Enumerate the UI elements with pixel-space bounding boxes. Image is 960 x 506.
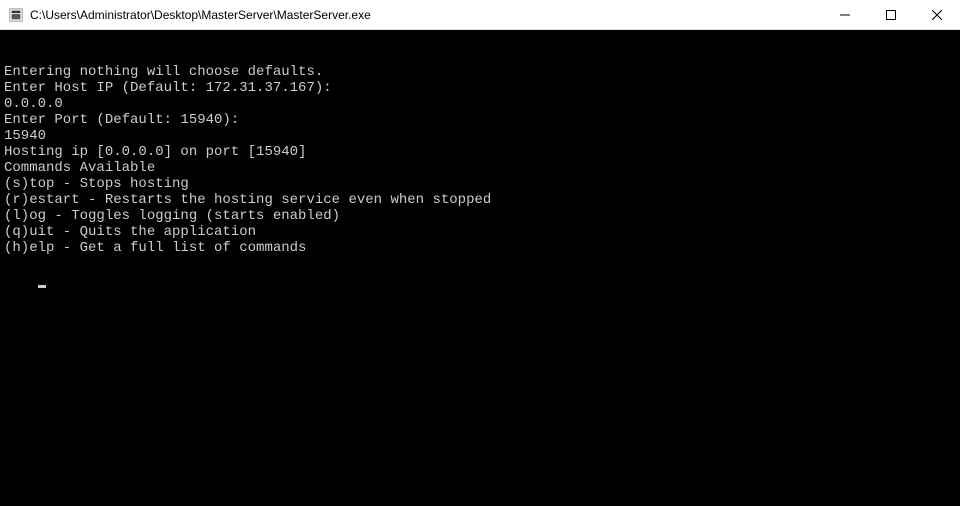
console-line: (s)top - Stops hosting <box>4 176 956 192</box>
minimize-button[interactable] <box>822 0 868 29</box>
console-line: Hosting ip [0.0.0.0] on port [15940] <box>4 144 956 160</box>
console-line: Entering nothing will choose defaults. <box>4 64 956 80</box>
close-button[interactable] <box>914 0 960 29</box>
console-line: Enter Host IP (Default: 172.31.37.167): <box>4 80 956 96</box>
app-icon <box>8 7 24 23</box>
console-line: (r)estart - Restarts the hosting service… <box>4 192 956 208</box>
console-line: Commands Available <box>4 160 956 176</box>
maximize-button[interactable] <box>868 0 914 29</box>
console-line: (l)og - Toggles logging (starts enabled) <box>4 208 956 224</box>
console-line: 0.0.0.0 <box>4 96 956 112</box>
console-window: C:\Users\Administrator\Desktop\MasterSer… <box>0 0 960 506</box>
window-controls <box>822 0 960 29</box>
window-title: C:\Users\Administrator\Desktop\MasterSer… <box>30 8 822 22</box>
text-cursor <box>38 285 46 288</box>
console-line: Enter Port (Default: 15940): <box>4 112 956 128</box>
console-line: (h)elp - Get a full list of commands <box>4 240 956 256</box>
console-lines: Entering nothing will choose defaults.En… <box>4 64 956 256</box>
console-output[interactable]: Entering nothing will choose defaults.En… <box>0 30 960 506</box>
titlebar: C:\Users\Administrator\Desktop\MasterSer… <box>0 0 960 30</box>
console-line: 15940 <box>4 128 956 144</box>
console-line: (q)uit - Quits the application <box>4 224 956 240</box>
